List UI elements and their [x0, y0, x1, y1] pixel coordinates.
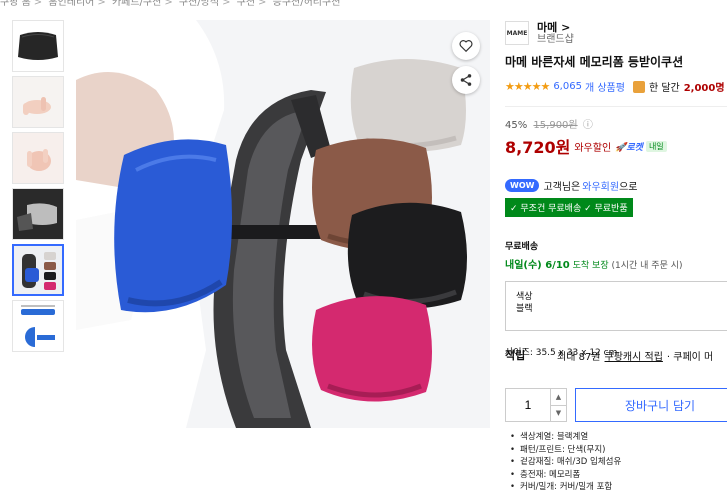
option-selector[interactable]: 색상 블랙: [505, 281, 727, 331]
chair-colors-image: [22, 252, 56, 290]
product-title: 마메 바른자세 메모리폼 등받이쿠션: [505, 55, 684, 69]
breadcrumb: 쿠팡 홈 > 홈인테리어 > 카페트/쿠션 > 쿠션/방석 > 쿠션 > 등쿠션/허리쿠션: [0, 0, 340, 8]
divider: [505, 106, 727, 107]
product-info-panel: MAME 마메 > 브랜드샵 마메 바른자세 메모리폼 등받이쿠션 ★★★★★ …: [505, 18, 727, 358]
product-photo: [76, 20, 490, 428]
main-product-image: [76, 20, 490, 428]
discount-row: 45% 15,900원 ⓘ: [505, 116, 727, 131]
thumbnail-list: [12, 20, 64, 356]
thumbnail-memory-foam-hand[interactable]: [12, 76, 64, 128]
brand-row: MAME 마메 > 브랜드샵: [505, 18, 727, 48]
wow-discount-label: 와우할인: [574, 142, 612, 154]
quantity-stepper[interactable]: ▲ ▼: [505, 388, 567, 422]
gray-cushion-image: [17, 203, 57, 231]
coupang-cash-link[interactable]: 쿠팡캐시 적립: [605, 348, 663, 363]
monthly-label: 한 달간: [648, 83, 680, 94]
heart-icon: [459, 40, 473, 53]
points-row: 적립 최대 87원 쿠팡캐시 적립 · 쿠페이 머: [505, 347, 727, 363]
wow-member-link[interactable]: 와우회원: [582, 178, 619, 193]
review-unit[interactable]: 개 상품평: [585, 79, 625, 94]
cushion-image: [18, 32, 58, 60]
wishlist-button[interactable]: [452, 32, 480, 60]
breadcrumb-item[interactable]: 등쿠션/허리쿠션: [273, 0, 341, 8]
order-cutoff-note: (1시간 내 주문 시): [611, 261, 683, 271]
quantity-down-icon[interactable]: ▼: [551, 406, 566, 422]
breadcrumb-item[interactable]: 쿠션/방석: [179, 0, 219, 8]
rating-row: ★★★★★ 6,065 개 상품평 한 달간 2,000명: [505, 79, 727, 94]
spec-item: 색상계열: 블랙계열: [510, 431, 621, 444]
wow-badge: WOW: [505, 179, 540, 192]
diagram-image: [21, 305, 55, 347]
thumbnail-memory-foam-press[interactable]: [12, 132, 64, 184]
brand-name-link[interactable]: 마메 >: [537, 21, 574, 34]
buyer-icon: [632, 80, 645, 93]
spec-list: 색상계열: 블랙계열 패턴/프린트: 단색(무지) 겉감재질: 매쉬/3D 입체…: [510, 431, 621, 494]
spec-item: 겉감재질: 매쉬/3D 입체섬유: [510, 456, 621, 469]
thumbnail-gray-cushion[interactable]: [12, 188, 64, 240]
arrival-date: 내일(수) 6/10: [505, 260, 570, 271]
shipping-label: 무료배송: [505, 242, 539, 252]
info-icon[interactable]: ⓘ: [583, 120, 593, 131]
arrival-guarantee: 도착 보장: [572, 261, 609, 271]
spec-item: 패턴/프린트: 단색(무지): [510, 444, 621, 457]
thumbnail-black-cushion[interactable]: [12, 20, 64, 72]
spec-item: 커버/밀개: 커버/밀개 포함: [510, 481, 621, 494]
monthly-buyers: 2,000명: [683, 83, 725, 94]
review-count-link[interactable]: 6,065: [553, 81, 582, 92]
points-max: 최대 87원: [557, 351, 601, 363]
add-to-cart-button[interactable]: 장바구니 담기: [575, 388, 727, 422]
spec-item: 충전재: 메모리폼: [510, 469, 621, 482]
star-rating-icon: ★★★★★: [505, 80, 550, 93]
wow-text-prefix: 고객님은: [543, 182, 581, 193]
hand-image: [23, 97, 51, 115]
thumbnail-size-diagram[interactable]: [12, 300, 64, 352]
breadcrumb-item[interactable]: 쿠션: [237, 0, 255, 8]
breadcrumb-item[interactable]: 카페트/쿠션: [112, 0, 161, 8]
share-icon: [460, 74, 472, 86]
points-rest: · 쿠페이 머: [666, 351, 714, 363]
tomorrow-tag: 내일: [645, 140, 667, 152]
breadcrumb-item[interactable]: 홈인테리어: [48, 0, 94, 8]
share-button[interactable]: [452, 66, 480, 94]
brand-logo[interactable]: MAME: [505, 21, 529, 45]
quantity-up-icon[interactable]: ▲: [551, 389, 566, 406]
discount-rate: 45%: [505, 120, 528, 131]
price-row: 8,720원 와우할인 🚀로켓 내일: [505, 134, 727, 158]
wow-text-suffix: 으로: [619, 182, 638, 193]
brand-shop-label: 브랜드샵: [537, 33, 574, 45]
thumbnail-chair-colors[interactable]: [12, 244, 64, 296]
points-label: 적립: [505, 349, 526, 362]
breadcrumb-item[interactable]: 쿠팡 홈: [0, 0, 31, 8]
rocket-delivery-badge: 🚀로켓: [615, 142, 643, 153]
wow-member-row: WOW 고객님은 와우회원 으로: [505, 178, 727, 193]
quantity-input[interactable]: [506, 389, 550, 421]
option-value: 블랙: [516, 304, 533, 314]
option-label: 색상: [516, 292, 533, 302]
sale-price: 8,720원: [505, 138, 571, 157]
shipping-row: 내일(수) 6/10 도착 보장 (1시간 내 주문 시): [505, 256, 727, 271]
free-shipping-benefits: ✓ 무조건 무료배송 ✓ 무료반품: [505, 198, 633, 217]
hand-press-image: [27, 149, 51, 171]
original-price: 15,900원: [533, 120, 578, 131]
